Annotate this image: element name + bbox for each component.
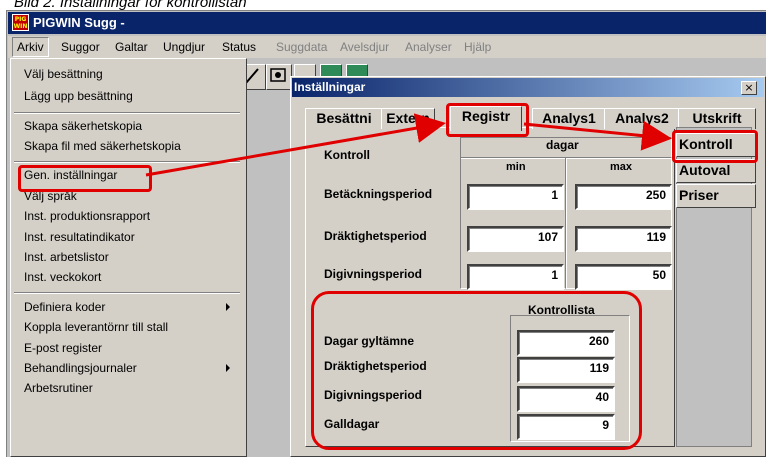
annotation-arrow-to-registr <box>145 113 446 177</box>
annotation-arrows <box>145 113 672 177</box>
annotation-arrow-to-kontroll <box>523 120 672 151</box>
